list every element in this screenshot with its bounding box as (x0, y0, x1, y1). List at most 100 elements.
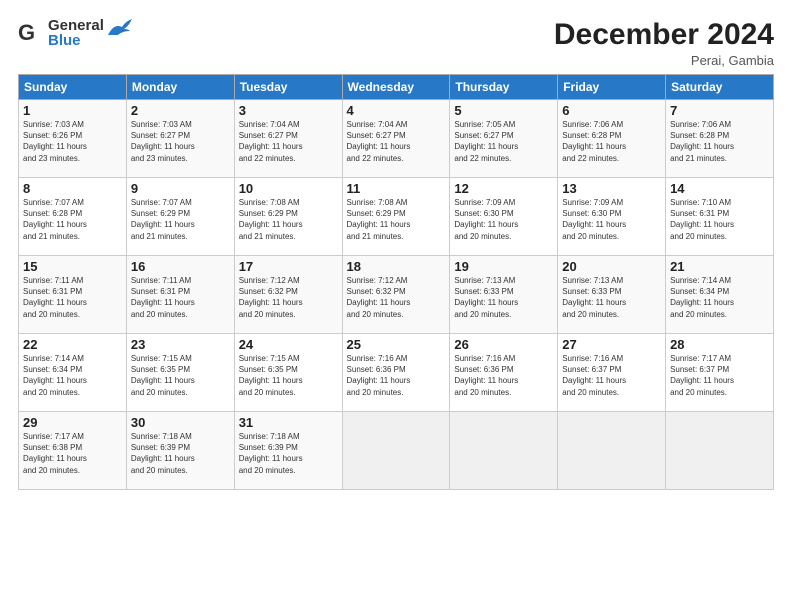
table-row: 24Sunrise: 7:15 AMSunset: 6:35 PMDayligh… (234, 334, 342, 412)
day-number: 10 (239, 181, 338, 196)
header: G General Blue December 2024 Perai, Gamb… (18, 18, 774, 68)
day-info: Sunrise: 7:06 AMSunset: 6:28 PMDaylight:… (670, 120, 734, 163)
day-info: Sunrise: 7:14 AMSunset: 6:34 PMDaylight:… (670, 276, 734, 319)
day-number: 12 (454, 181, 553, 196)
bird-icon (106, 17, 134, 39)
day-number: 22 (23, 337, 122, 352)
calendar-week-row: 29Sunrise: 7:17 AMSunset: 6:38 PMDayligh… (19, 412, 774, 490)
day-number: 31 (239, 415, 338, 430)
day-number: 24 (239, 337, 338, 352)
day-number: 30 (131, 415, 230, 430)
col-tuesday: Tuesday (234, 75, 342, 100)
day-info: Sunrise: 7:14 AMSunset: 6:34 PMDaylight:… (23, 354, 87, 397)
day-info: Sunrise: 7:04 AMSunset: 6:27 PMDaylight:… (239, 120, 303, 163)
day-info: Sunrise: 7:18 AMSunset: 6:39 PMDaylight:… (131, 432, 195, 475)
day-number: 4 (347, 103, 446, 118)
table-row: 31Sunrise: 7:18 AMSunset: 6:39 PMDayligh… (234, 412, 342, 490)
table-row: 23 Sunrise: 7:15 AMSunset: 6:35 PMDayligh… (126, 334, 234, 412)
table-row: 17 Sunrise: 7:12 AMSunset: 6:32 PMDayligh… (234, 256, 342, 334)
logo-icon: G (18, 18, 48, 48)
table-row: 26Sunrise: 7:16 AMSunset: 6:36 PMDayligh… (450, 334, 558, 412)
day-number: 3 (239, 103, 338, 118)
col-thursday: Thursday (450, 75, 558, 100)
table-row: 3 Sunrise: 7:04 AMSunset: 6:27 PMDaylight… (234, 100, 342, 178)
day-number: 19 (454, 259, 553, 274)
table-row (342, 412, 450, 490)
day-info: Sunrise: 7:04 AMSunset: 6:27 PMDaylight:… (347, 120, 411, 163)
table-row: 15Sunrise: 7:11 AMSunset: 6:31 PMDayligh… (19, 256, 127, 334)
day-number: 20 (562, 259, 661, 274)
location: Perai, Gambia (554, 53, 774, 68)
table-row: 5 Sunrise: 7:05 AMSunset: 6:27 PMDaylight… (450, 100, 558, 178)
calendar-week-row: 22 Sunrise: 7:14 AMSunset: 6:34 PMDayligh… (19, 334, 774, 412)
calendar-week-row: 15Sunrise: 7:11 AMSunset: 6:31 PMDayligh… (19, 256, 774, 334)
day-number: 27 (562, 337, 661, 352)
table-row: 25 Sunrise: 7:16 AMSunset: 6:36 PMDayligh… (342, 334, 450, 412)
col-friday: Friday (558, 75, 666, 100)
svg-text:G: G (18, 20, 35, 45)
day-info: Sunrise: 7:11 AMSunset: 6:31 PMDaylight:… (23, 276, 87, 319)
table-row: 1Sunrise: 7:03 AMSunset: 6:26 PMDaylight… (19, 100, 127, 178)
table-row: 20 Sunrise: 7:13 AMSunset: 6:33 PMDayligh… (558, 256, 666, 334)
title-area: December 2024 Perai, Gambia (554, 18, 774, 68)
col-wednesday: Wednesday (342, 75, 450, 100)
day-number: 23 (131, 337, 230, 352)
day-info: Sunrise: 7:07 AMSunset: 6:28 PMDaylight:… (23, 198, 87, 241)
day-number: 18 (347, 259, 446, 274)
table-row: 13Sunrise: 7:09 AMSunset: 6:30 PMDayligh… (558, 178, 666, 256)
day-info: Sunrise: 7:09 AMSunset: 6:30 PMDaylight:… (454, 198, 518, 241)
calendar-week-row: 1Sunrise: 7:03 AMSunset: 6:26 PMDaylight… (19, 100, 774, 178)
day-info: Sunrise: 7:13 AMSunset: 6:33 PMDaylight:… (562, 276, 626, 319)
day-number: 25 (347, 337, 446, 352)
table-row: 16 Sunrise: 7:11 AMSunset: 6:31 PMDayligh… (126, 256, 234, 334)
day-info: Sunrise: 7:16 AMSunset: 6:36 PMDaylight:… (347, 354, 411, 397)
day-number: 1 (23, 103, 122, 118)
table-row (666, 412, 774, 490)
col-monday: Monday (126, 75, 234, 100)
table-row: 28Sunrise: 7:17 AMSunset: 6:37 PMDayligh… (666, 334, 774, 412)
day-info: Sunrise: 7:11 AMSunset: 6:31 PMDaylight:… (131, 276, 195, 319)
day-info: Sunrise: 7:12 AMSunset: 6:32 PMDaylight:… (347, 276, 411, 319)
calendar: Sunday Monday Tuesday Wednesday Thursday… (18, 74, 774, 490)
col-saturday: Saturday (666, 75, 774, 100)
day-number: 17 (239, 259, 338, 274)
table-row: 18 Sunrise: 7:12 AMSunset: 6:32 PMDayligh… (342, 256, 450, 334)
day-info: Sunrise: 7:07 AMSunset: 6:29 PMDaylight:… (131, 198, 195, 241)
table-row: 4 Sunrise: 7:04 AMSunset: 6:27 PMDaylight… (342, 100, 450, 178)
table-row (450, 412, 558, 490)
day-info: Sunrise: 7:16 AMSunset: 6:36 PMDaylight:… (454, 354, 518, 397)
day-info: Sunrise: 7:17 AMSunset: 6:37 PMDaylight:… (670, 354, 734, 397)
day-info: Sunrise: 7:10 AMSunset: 6:31 PMDaylight:… (670, 198, 734, 241)
day-info: Sunrise: 7:12 AMSunset: 6:32 PMDaylight:… (239, 276, 303, 319)
table-row: 27 Sunrise: 7:16 AMSunset: 6:37 PMDayligh… (558, 334, 666, 412)
table-row: 22 Sunrise: 7:14 AMSunset: 6:34 PMDayligh… (19, 334, 127, 412)
day-number: 16 (131, 259, 230, 274)
table-row: 11Sunrise: 7:08 AMSunset: 6:29 PMDayligh… (342, 178, 450, 256)
day-number: 5 (454, 103, 553, 118)
day-number: 9 (131, 181, 230, 196)
day-number: 13 (562, 181, 661, 196)
day-info: Sunrise: 7:16 AMSunset: 6:37 PMDaylight:… (562, 354, 626, 397)
table-row: 19Sunrise: 7:13 AMSunset: 6:33 PMDayligh… (450, 256, 558, 334)
calendar-header-row: Sunday Monday Tuesday Wednesday Thursday… (19, 75, 774, 100)
table-row: 10 Sunrise: 7:08 AMSunset: 6:29 PMDayligh… (234, 178, 342, 256)
table-row: 21 Sunrise: 7:14 AMSunset: 6:34 PMDayligh… (666, 256, 774, 334)
day-number: 11 (347, 181, 446, 196)
day-number: 21 (670, 259, 769, 274)
table-row: 7Sunrise: 7:06 AMSunset: 6:28 PMDaylight… (666, 100, 774, 178)
day-number: 8 (23, 181, 122, 196)
day-number: 14 (670, 181, 769, 196)
month-title: December 2024 (554, 18, 774, 51)
col-sunday: Sunday (19, 75, 127, 100)
table-row: 2Sunrise: 7:03 AMSunset: 6:27 PMDaylight… (126, 100, 234, 178)
day-number: 2 (131, 103, 230, 118)
brand-blue: Blue (48, 33, 104, 48)
page: G General Blue December 2024 Perai, Gamb… (0, 0, 792, 612)
table-row: 30 Sunrise: 7:18 AMSunset: 6:39 PMDayligh… (126, 412, 234, 490)
day-info: Sunrise: 7:08 AMSunset: 6:29 PMDaylight:… (239, 198, 303, 241)
day-info: Sunrise: 7:15 AMSunset: 6:35 PMDaylight:… (131, 354, 195, 397)
table-row (558, 412, 666, 490)
calendar-week-row: 8 Sunrise: 7:07 AMSunset: 6:28 PMDaylight… (19, 178, 774, 256)
day-info: Sunrise: 7:05 AMSunset: 6:27 PMDaylight:… (454, 120, 518, 163)
table-row: 29Sunrise: 7:17 AMSunset: 6:38 PMDayligh… (19, 412, 127, 490)
